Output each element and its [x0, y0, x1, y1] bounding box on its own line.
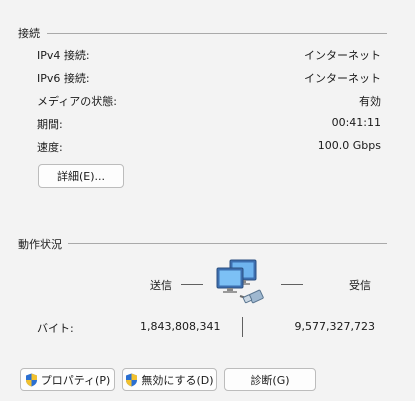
- network-computers-icon: [214, 256, 268, 306]
- speed-label: 速度:: [37, 141, 63, 154]
- properties-button[interactable]: プロパティ(P): [20, 368, 115, 391]
- bytes-label: バイト:: [37, 322, 74, 335]
- ipv6-value: インターネット: [304, 72, 381, 85]
- sent-connector-line: [181, 284, 203, 285]
- activity-group-line: [68, 243, 387, 244]
- bytes-sent-value: 1,843,808,341: [140, 320, 221, 333]
- properties-button-label: プロパティ(P): [40, 373, 111, 387]
- ipv4-value: インターネット: [304, 49, 381, 62]
- connection-group-line: [47, 33, 387, 34]
- media-state-label: メディアの状態:: [37, 95, 117, 108]
- ipv4-label: IPv4 接続:: [37, 49, 90, 62]
- activity-group-title: 動作状況: [18, 238, 62, 251]
- duration-value: 00:41:11: [331, 116, 381, 129]
- speed-value: 100.0 Gbps: [317, 139, 381, 152]
- received-label: 受信: [349, 279, 371, 292]
- connection-group-title: 接続: [18, 27, 40, 40]
- uac-shield-icon: [125, 373, 138, 387]
- ipv6-label: IPv6 接続:: [37, 72, 90, 85]
- uac-shield-icon: [25, 373, 38, 387]
- duration-label: 期間:: [37, 118, 63, 131]
- received-connector-line: [281, 284, 303, 285]
- bytes-received-value: 9,577,327,723: [294, 320, 375, 333]
- details-button[interactable]: 詳細(E)...: [38, 164, 124, 188]
- disable-button-label: 無効にする(D): [141, 373, 214, 387]
- details-button-label: 詳細(E)...: [56, 170, 106, 183]
- bytes-separator: [242, 317, 243, 337]
- disable-button[interactable]: 無効にする(D): [122, 368, 217, 391]
- media-state-value: 有効: [359, 95, 381, 108]
- diagnose-button-label: 診断(G): [250, 373, 290, 387]
- diagnose-button[interactable]: 診断(G): [224, 368, 316, 391]
- sent-label: 送信: [150, 279, 172, 292]
